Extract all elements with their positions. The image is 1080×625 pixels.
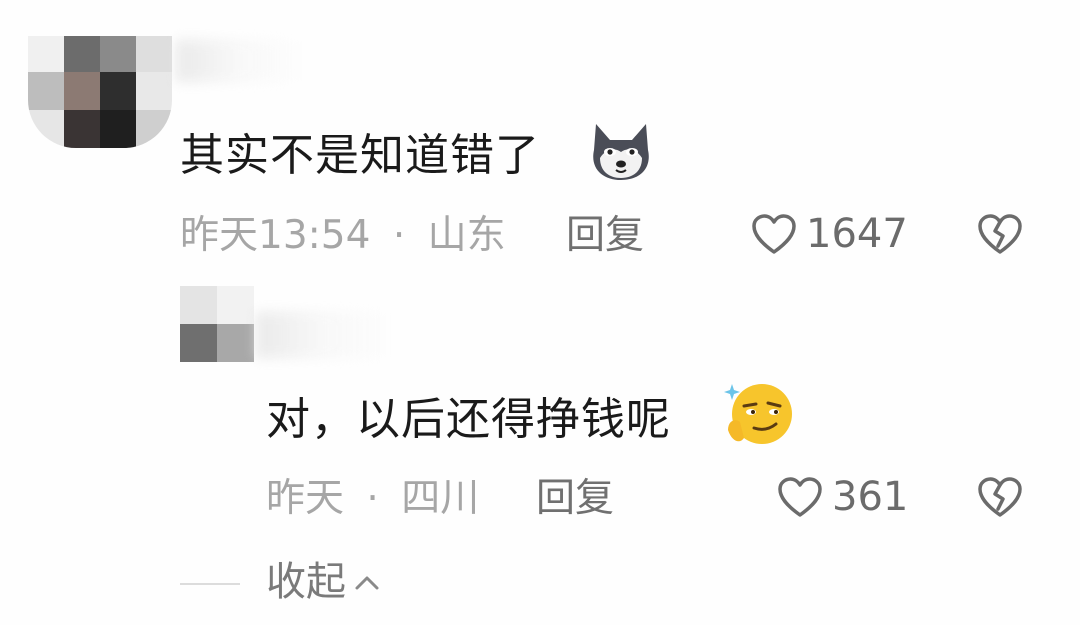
avatar[interactable] bbox=[180, 286, 254, 362]
meta-separator: · bbox=[366, 476, 379, 521]
like-count: 361 bbox=[832, 474, 909, 520]
collapse-replies-button[interactable]: 收起 bbox=[266, 562, 380, 602]
like-count: 1647 bbox=[806, 211, 908, 257]
heart-outline-icon bbox=[778, 477, 822, 517]
comment-thread: 其实不是知道错了 昨天13:54 · 山东 回复 1647 对，以后还得挣钱呢 bbox=[0, 0, 1080, 625]
comment-time: 昨天 bbox=[266, 476, 345, 521]
like-button[interactable]: 361 bbox=[776, 475, 908, 519]
broken-heart-icon[interactable] bbox=[976, 475, 1024, 519]
comment-time: 昨天13:54 bbox=[180, 213, 371, 258]
comment-meta: 昨天 · 四川 bbox=[266, 479, 479, 518]
chevron-up-icon bbox=[355, 576, 379, 590]
username-blurred[interactable] bbox=[176, 40, 306, 82]
smirk-thinking-emoji bbox=[724, 384, 792, 444]
comment-text: 其实不是知道错了 bbox=[180, 130, 540, 181]
comment-location: 四川 bbox=[401, 476, 480, 521]
username-blurred[interactable] bbox=[256, 312, 396, 358]
dog-head-emoji bbox=[593, 124, 649, 180]
comment-text: 对，以后还得挣钱呢 bbox=[266, 394, 671, 445]
reply-button[interactable]: 回复 bbox=[536, 479, 614, 518]
comment-location: 山东 bbox=[427, 213, 506, 258]
heart-outline-icon bbox=[752, 214, 796, 254]
collapse-label: 收起 bbox=[266, 559, 346, 605]
comment-meta: 昨天13:54 · 山东 bbox=[180, 216, 506, 255]
reply-button[interactable]: 回复 bbox=[566, 216, 644, 255]
collapse-divider bbox=[180, 583, 240, 585]
like-button[interactable]: 1647 bbox=[750, 212, 908, 256]
avatar[interactable] bbox=[28, 36, 172, 148]
broken-heart-icon[interactable] bbox=[976, 212, 1024, 256]
meta-separator: · bbox=[392, 213, 406, 258]
